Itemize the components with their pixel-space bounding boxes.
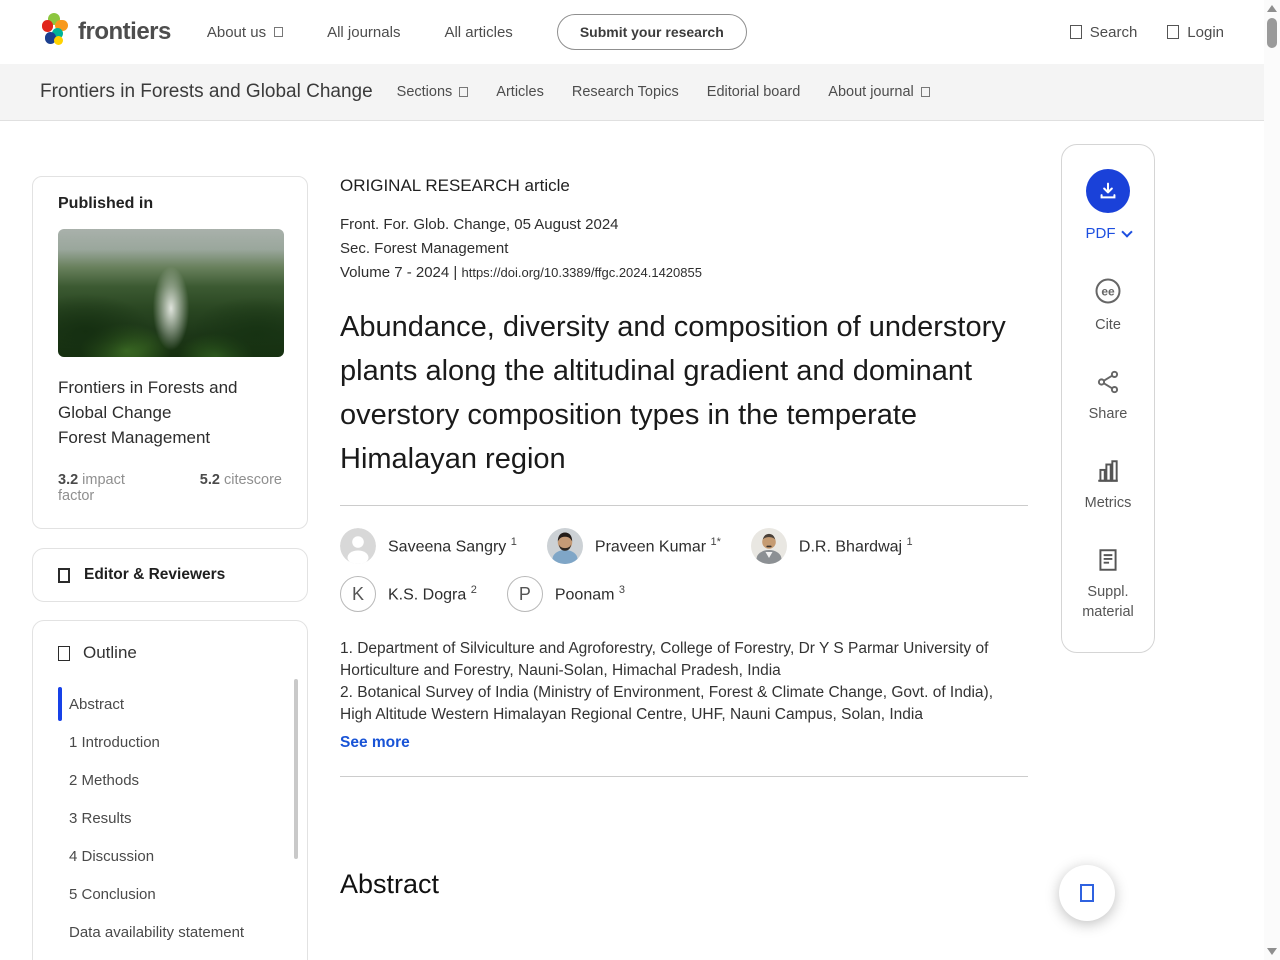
- outline-title: Outline: [83, 643, 137, 662]
- journal-nav-editorial-board[interactable]: Editorial board: [707, 84, 801, 100]
- nav-all-journals[interactable]: All journals: [327, 24, 400, 41]
- left-sidebar: Published in Frontiers in Forests and Gl…: [32, 176, 308, 960]
- outline-header[interactable]: Outline: [33, 643, 307, 663]
- volume-doi-line: Volume 7 - 2024 | https://doi.org/10.338…: [340, 264, 702, 281]
- submit-research-button[interactable]: Submit your research: [556, 14, 747, 50]
- page-scrollbar[interactable]: [1264, 0, 1280, 960]
- abstract-heading: Abstract: [340, 869, 440, 899]
- login-icon: [1167, 25, 1180, 39]
- impact-factor: 3.2 impact factor: [58, 472, 125, 504]
- author-ks-dogra[interactable]: K K.S. Dogra 2: [340, 576, 477, 612]
- outline-item-methods[interactable]: 2 Methods: [33, 761, 307, 799]
- editor-icon: [58, 567, 70, 583]
- document-icon: [1099, 549, 1117, 571]
- outline-icon: [58, 645, 70, 661]
- chevron-down-icon: [1120, 225, 1133, 238]
- outline-item-data-availability[interactable]: Data availability statement: [33, 913, 307, 951]
- author-avatar-letter: P: [506, 576, 543, 612]
- dropdown-indicator-icon: [920, 87, 930, 97]
- citescore: 5.2 citescore: [199, 472, 282, 488]
- outline-item-introduction[interactable]: 1 Introduction: [33, 723, 307, 761]
- published-in-card: Published in Frontiers in Forests and Gl…: [32, 176, 308, 529]
- topnav-links: About us All journals All articles Submi…: [207, 14, 747, 50]
- svg-text:ee: ee: [1101, 285, 1115, 299]
- published-in-heading: Published in: [58, 195, 154, 212]
- outline-item-abstract[interactable]: Abstract: [33, 685, 307, 723]
- nav-about-us[interactable]: About us: [207, 24, 284, 41]
- article-type-label: ORIGINAL RESEARCH article: [340, 176, 570, 195]
- journal-cover-image[interactable]: [58, 229, 284, 357]
- chat-help-button[interactable]: [1059, 865, 1115, 921]
- scroll-down-arrow[interactable]: [1267, 948, 1277, 955]
- top-navbar: frontiers About us All journals All arti…: [0, 0, 1264, 64]
- pdf-download-button[interactable]: [1086, 169, 1130, 213]
- journal-home-link[interactable]: Frontiers in Forests and Global Change: [40, 81, 373, 103]
- affiliation-1: 1. Department of Silviculture and Agrofo…: [340, 640, 989, 679]
- journal-name-link[interactable]: Frontiers in Forests and Global Change F…: [58, 375, 282, 450]
- outline-item-discussion[interactable]: 4 Discussion: [33, 837, 307, 875]
- outline-item-results[interactable]: 3 Results: [33, 799, 307, 837]
- outline-list: Abstract 1 Introduction 2 Methods 3 Resu…: [33, 685, 307, 960]
- author-avatar-letter: K: [340, 576, 376, 612]
- author-avatar-silhouette-icon: [340, 528, 376, 564]
- brand-name: frontiers: [78, 18, 171, 45]
- journal-nav-research-topics[interactable]: Research Topics: [572, 84, 679, 100]
- page: frontiers About us All journals All arti…: [0, 0, 1280, 960]
- author-dr-bhardwaj[interactable]: D.R. Bhardwaj 1: [750, 528, 913, 564]
- supplementary-material-button[interactable]: Suppl. material: [1082, 547, 1134, 622]
- dropdown-indicator-icon: [459, 87, 469, 97]
- cite-button[interactable]: ee Cite: [1093, 276, 1123, 335]
- share-button[interactable]: Share: [1089, 369, 1127, 424]
- author-praveen-kumar[interactable]: Praveen Kumar 1*: [546, 528, 721, 564]
- cite-icon: ee: [1095, 278, 1121, 304]
- divider: [340, 776, 1028, 777]
- action-rail: PDF ee Cite Share Metrics Suppl. materia…: [1061, 144, 1155, 653]
- search-button[interactable]: Search: [1069, 24, 1137, 41]
- author-saveena-sangry[interactable]: Saveena Sangry 1: [340, 528, 517, 564]
- download-icon: [1100, 182, 1116, 199]
- login-button[interactable]: Login: [1167, 24, 1224, 41]
- chat-icon: [1080, 884, 1094, 902]
- journal-navbar: Frontiers in Forests and Global Change S…: [0, 64, 1264, 121]
- citation-line: Front. For. Glob. Change, 05 August 2024: [340, 216, 619, 233]
- author-avatar-photo: [546, 528, 583, 564]
- article-title: Abundance, diversity and composition of …: [340, 311, 1006, 475]
- section-line: Sec. Forest Management: [340, 240, 509, 257]
- journal-nav-sections[interactable]: Sections: [397, 84, 469, 100]
- outline-item-conclusion[interactable]: 5 Conclusion: [33, 875, 307, 913]
- metrics-button[interactable]: Metrics: [1085, 458, 1131, 513]
- scrollbar-thumb[interactable]: [1267, 18, 1277, 48]
- affiliations: 1. Department of Silviculture and Agrofo…: [340, 638, 1028, 752]
- author-list: Saveena Sangry 1 Praveen Kumar 1* D.R. B…: [340, 528, 1028, 612]
- journal-nav-about-journal[interactable]: About journal: [828, 84, 930, 100]
- affiliation-2: 2. Botanical Survey of India (Ministry o…: [340, 684, 994, 723]
- journal-nav-links: Sections Articles Research Topics Editor…: [397, 84, 930, 100]
- outline-scrollbar-thumb[interactable]: [294, 679, 298, 859]
- author-avatar-photo: [750, 528, 787, 564]
- author-poonam[interactable]: P Poonam 3: [506, 576, 625, 612]
- frontiers-logo-icon: [40, 12, 70, 53]
- divider: [340, 505, 1028, 506]
- article-main: ORIGINAL RESEARCH article Front. For. Gl…: [340, 176, 1028, 900]
- journal-metrics: 3.2 impact factor 5.2 citescore: [58, 472, 282, 504]
- nav-all-articles[interactable]: All articles: [444, 24, 512, 41]
- frontiers-logo[interactable]: frontiers: [40, 12, 171, 53]
- share-icon: [1097, 370, 1119, 394]
- see-more-link[interactable]: See more: [340, 734, 410, 752]
- doi-link[interactable]: https://doi.org/10.3389/ffgc.2024.142085…: [462, 265, 702, 280]
- search-icon: [1069, 25, 1082, 39]
- editor-reviewers-label: Editor & Reviewers: [84, 566, 226, 583]
- dropdown-indicator-icon: [274, 27, 284, 37]
- outline-card: Outline Abstract 1 Introduction 2 Method…: [32, 620, 308, 960]
- topnav-right: Search Login: [1069, 24, 1224, 41]
- scroll-up-arrow[interactable]: [1267, 5, 1277, 12]
- metrics-icon: [1098, 460, 1118, 482]
- outline-item-author-contributions[interactable]: Author contributions: [33, 951, 307, 960]
- editor-reviewers-card[interactable]: Editor & Reviewers: [32, 548, 308, 602]
- article-meta: Front. For. Glob. Change, 05 August 2024…: [340, 213, 1028, 285]
- journal-nav-articles[interactable]: Articles: [496, 84, 544, 100]
- pdf-dropdown[interactable]: PDF: [1086, 225, 1133, 242]
